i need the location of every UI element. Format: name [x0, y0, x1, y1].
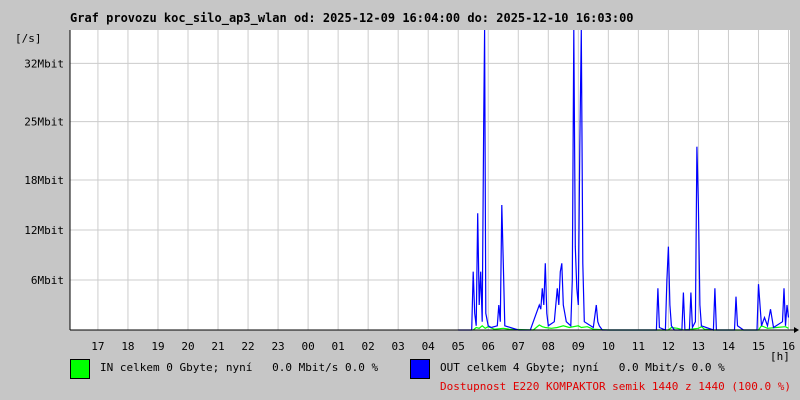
x-tick-label: 13 [692, 340, 705, 353]
x-tick-label: 02 [362, 340, 375, 353]
x-tick-label: 05 [452, 340, 465, 353]
x-tick-label: 23 [271, 340, 284, 353]
x-tick-label: 19 [151, 340, 164, 353]
y-tick-label: 6Mbit [31, 274, 64, 287]
x-tick-label: 14 [722, 340, 736, 353]
x-tick-label: 03 [392, 340, 405, 353]
out-legend-text: OUT celkem 4 Gbyte; nyní 0.0 Mbit/s 0.0 … [440, 361, 725, 374]
y-tick-label: 32Mbit [24, 57, 64, 70]
y-tick-label: 25Mbit [24, 116, 64, 129]
in-legend-text: IN celkem 0 Gbyte; nyní 0.0 Mbit/s 0.0 % [100, 361, 379, 374]
x-tick-label: 11 [632, 340, 645, 353]
y-tick-label: 12Mbit [24, 224, 64, 237]
traffic-chart: Graf provozu koc_silo_ap3_wlan od: 2025-… [15, 11, 799, 363]
x-tick-label: 20 [181, 340, 194, 353]
x-tick-label: 00 [301, 340, 314, 353]
x-tick-label: 07 [512, 340, 525, 353]
y-axis-label: [/s] [15, 32, 42, 45]
x-tick-label: 21 [211, 340, 224, 353]
y-tick-label: 18Mbit [24, 174, 64, 187]
availability-text: Dostupnost E220 KOMPAKTOR semik 1440 z 1… [440, 380, 791, 393]
in-legend-swatch [70, 359, 90, 379]
x-axis-label: [h] [770, 350, 790, 363]
out-legend-swatch [410, 359, 430, 379]
x-tick-label: 15 [752, 340, 765, 353]
x-tick-label: 12 [662, 340, 675, 353]
x-tick-label: 06 [482, 340, 495, 353]
x-tick-label: 17 [91, 340, 104, 353]
x-tick-label: 04 [422, 340, 436, 353]
x-tick-label: 10 [602, 340, 615, 353]
chart-panel: Graf provozu koc_silo_ap3_wlan od: 2025-… [0, 0, 800, 400]
x-axis-arrow [794, 327, 799, 333]
x-tick-label: 18 [121, 340, 134, 353]
chart-title: Graf provozu koc_silo_ap3_wlan od: 2025-… [70, 11, 634, 26]
x-tick-label: 09 [572, 340, 585, 353]
x-tick-label: 22 [241, 340, 254, 353]
x-tick-label: 08 [542, 340, 555, 353]
x-tick-label: 01 [331, 340, 344, 353]
